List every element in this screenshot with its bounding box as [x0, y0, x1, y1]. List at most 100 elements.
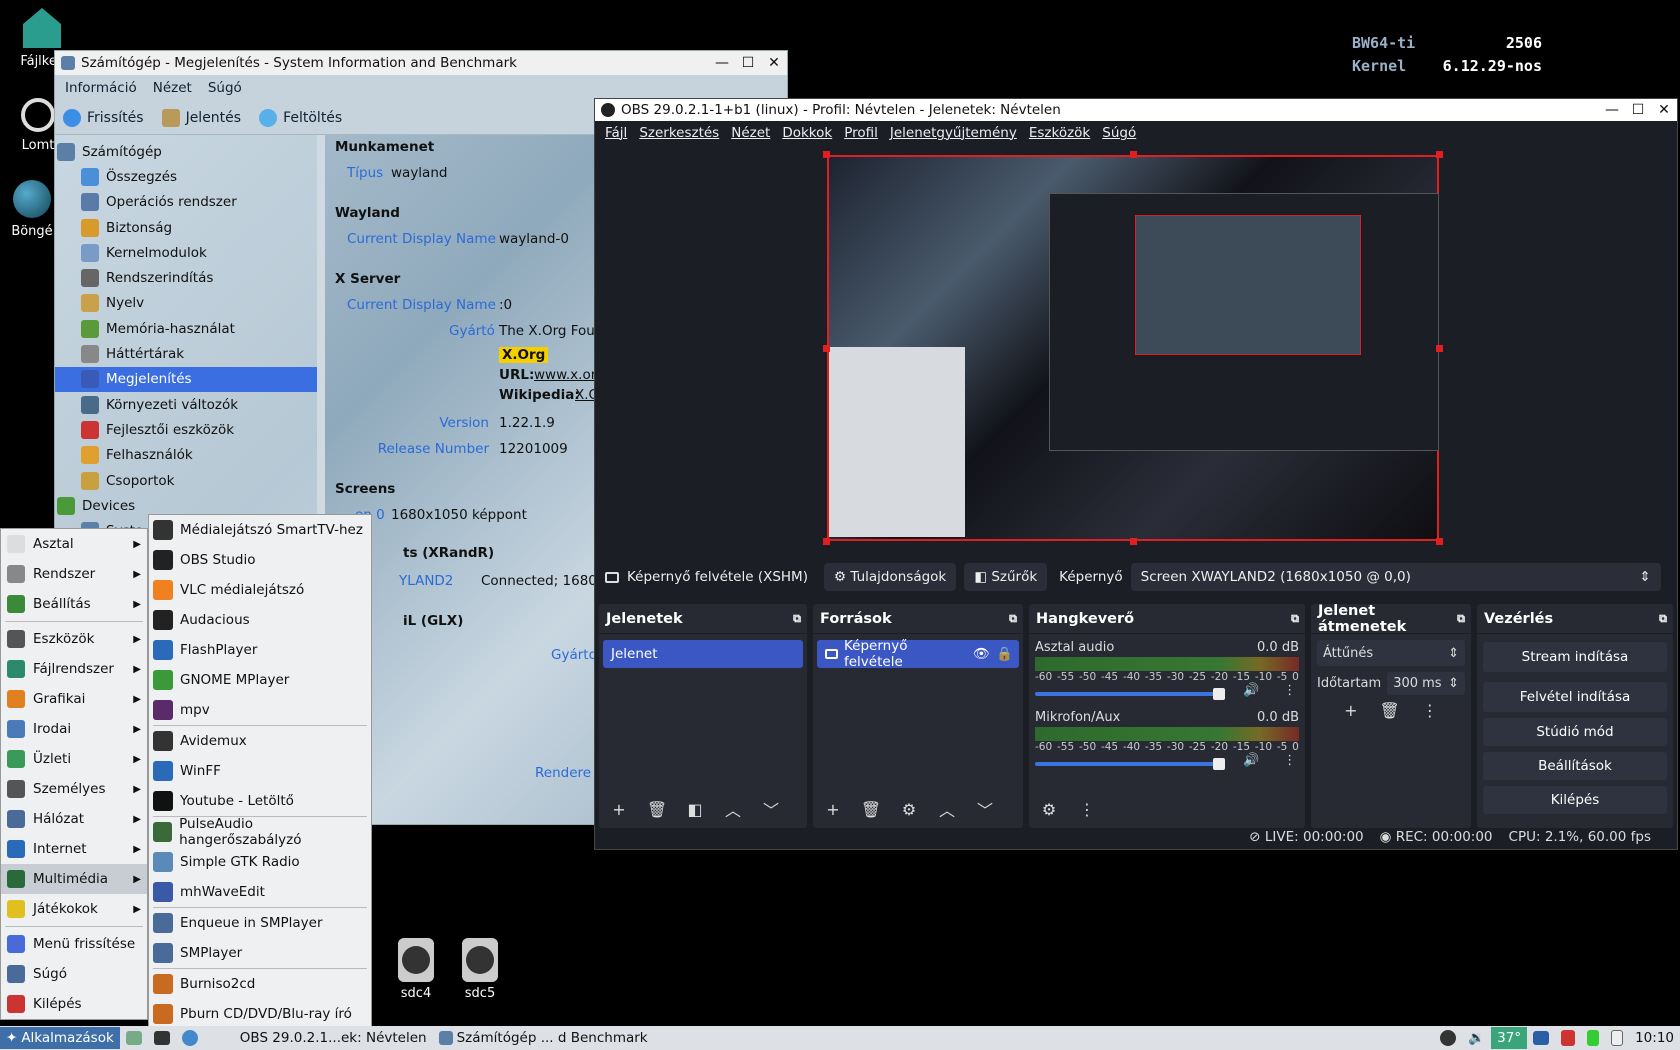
- submenu-item-avidemux[interactable]: Avidemux: [149, 726, 371, 756]
- studio-mode-button[interactable]: Stúdió mód: [1483, 718, 1667, 746]
- menu-dokkok[interactable]: Dokkok: [782, 125, 832, 141]
- tree-item-biztonsag[interactable]: Biztonság: [55, 215, 317, 240]
- submenu-item-vlc-medialejatszo[interactable]: VLC médialejátszó: [149, 575, 371, 605]
- speaker-icon[interactable]: 🔊: [1243, 683, 1259, 698]
- tree-item-nyelv[interactable]: Nyelv: [55, 291, 317, 316]
- down-arrow-icon[interactable]: ﹀: [757, 796, 785, 822]
- menu-item-kilepes[interactable]: Kilépés: [1, 989, 147, 1019]
- tree-item-osszegzes[interactable]: Összegzés: [55, 164, 317, 189]
- undock-icon[interactable]: ⧉: [1457, 612, 1465, 626]
- menu-item-rendszer[interactable]: Rendszer ▶: [1, 559, 147, 589]
- kebab-menu-icon[interactable]: ⋮: [1283, 753, 1296, 768]
- tree-item-megjelenites[interactable]: Megjelenítés: [55, 366, 317, 392]
- trash-icon[interactable]: 🗑: [643, 796, 671, 822]
- tree-item-kernelmodulok[interactable]: Kernelmodulok: [55, 240, 317, 265]
- undock-icon[interactable]: ⧉: [1659, 612, 1667, 626]
- menu-item-multimedia[interactable]: Multimédia ▶: [1, 864, 147, 894]
- trash-icon[interactable]: 🗑: [1380, 701, 1400, 720]
- tray-updates[interactable]: [1434, 1027, 1462, 1049]
- menu-informacio[interactable]: Információ: [65, 80, 137, 96]
- minimize-button[interactable]: —: [1599, 102, 1625, 118]
- tray-storage[interactable]: [1581, 1027, 1605, 1049]
- submenu-item-burniso2cd[interactable]: Burniso2cd: [149, 969, 371, 999]
- undock-icon[interactable]: ⧉: [1009, 612, 1017, 626]
- clock[interactable]: 10:10: [1629, 1027, 1680, 1049]
- filters-button[interactable]: ◧ Szűrők: [964, 563, 1048, 591]
- maximize-button[interactable]: ☐: [1625, 102, 1651, 118]
- menu-jelenetgyujtemeny[interactable]: Jelenetgyűjtemény: [890, 125, 1017, 141]
- tray-temperature[interactable]: 37°: [1491, 1027, 1528, 1049]
- quicklaunch-files[interactable]: [120, 1027, 148, 1049]
- menu-item-beallitas[interactable]: Beállítás ▶: [1, 589, 147, 619]
- tray-firewall[interactable]: [1555, 1027, 1581, 1049]
- settings-button[interactable]: Beállítások: [1483, 752, 1667, 780]
- resize-handle[interactable]: [823, 151, 830, 158]
- resize-handle[interactable]: [823, 345, 830, 352]
- up-arrow-icon[interactable]: ︿: [719, 796, 747, 822]
- undock-icon[interactable]: ⧉: [1291, 612, 1299, 626]
- menu-fajl[interactable]: Fájl: [605, 125, 627, 141]
- add-icon[interactable]: +: [1344, 701, 1357, 720]
- tree-item-kornyezeti-valtozok[interactable]: Környezeti változók: [55, 392, 317, 417]
- gear-icon[interactable]: ⚙: [895, 796, 923, 822]
- submenu-item-audacious[interactable]: Audacious: [149, 605, 371, 635]
- up-arrow-icon[interactable]: ︿: [933, 796, 961, 822]
- tree-item-felhasznalok[interactable]: Felhasználók: [55, 443, 317, 468]
- submenu-item-simple-gtk-radio[interactable]: Simple GTK Radio: [149, 847, 371, 877]
- submenu-item-obs-studio[interactable]: OBS Studio: [149, 545, 371, 575]
- menu-item-szemelyes[interactable]: Személyes ▶: [1, 774, 147, 804]
- submenu-item-pburn-cd-dvd-blu-ray-iro[interactable]: Pburn CD/DVD/Blu-ray író: [149, 999, 371, 1029]
- tree-item-szamitogep[interactable]: Számítógép: [55, 139, 317, 164]
- submenu-item-medialejatszo-smarttv-hez[interactable]: Médialejátszó SmartTV-hez: [149, 515, 371, 545]
- start-menu-button[interactable]: ✦ Alkalmazások: [0, 1027, 120, 1049]
- submenu-item-gnome-mplayer[interactable]: GNOME MPlayer: [149, 665, 371, 695]
- menu-sugo[interactable]: Súgó: [1102, 125, 1136, 141]
- tray-network[interactable]: [1527, 1027, 1555, 1049]
- quicklaunch-browser[interactable]: [176, 1027, 204, 1049]
- menu-item-fajlrendszer[interactable]: Fájlrendszer ▶: [1, 654, 147, 684]
- submenu-item-flashplayer[interactable]: FlashPlayer: [149, 635, 371, 665]
- task-hardinfo[interactable]: Számítógép ... d Benchmark: [433, 1027, 654, 1049]
- add-icon[interactable]: +: [819, 796, 847, 822]
- properties-button[interactable]: ⚙ Tulajdonságok: [823, 563, 957, 591]
- submenu-item-winff[interactable]: WinFF: [149, 756, 371, 786]
- transition-select[interactable]: Áttűnés ⇕: [1317, 640, 1465, 666]
- menu-item-irodai[interactable]: Irodai ▶: [1, 714, 147, 744]
- menu-sugo[interactable]: Súgó: [208, 80, 242, 96]
- tree-item-csoportok[interactable]: Csoportok: [55, 468, 317, 493]
- submenu-item-pulseaudio-hangeroszabalyzo[interactable]: PulseAudio hangerőszabályzó: [149, 816, 371, 848]
- quicklaunch-terminal[interactable]: [148, 1027, 176, 1049]
- menu-item-menu-frissitese[interactable]: Menü frissítése: [1, 929, 147, 959]
- menu-item-uzleti[interactable]: Üzleti ▶: [1, 744, 147, 774]
- submenu-item-mpv[interactable]: mpv: [149, 695, 371, 725]
- lock-icon[interactable]: 🔒: [996, 646, 1013, 662]
- tree-item-rendszerinditas[interactable]: Rendszerindítás: [55, 265, 317, 290]
- gear-icon[interactable]: ⚙: [1035, 796, 1063, 822]
- close-button[interactable]: ✕: [761, 55, 787, 71]
- preview-canvas[interactable]: [827, 155, 1439, 541]
- undock-icon[interactable]: ⧉: [793, 612, 801, 626]
- minimize-button[interactable]: —: [709, 55, 735, 71]
- filter-icon[interactable]: ◧: [681, 796, 709, 822]
- resize-handle[interactable]: [1436, 538, 1443, 545]
- resize-handle[interactable]: [1436, 345, 1443, 352]
- resize-handle[interactable]: [823, 538, 830, 545]
- resize-handle[interactable]: [1130, 538, 1137, 545]
- menu-item-internet[interactable]: Internet ▶: [1, 834, 147, 864]
- down-arrow-icon[interactable]: ﹀: [971, 796, 999, 822]
- tree-item-operacios-rendszer[interactable]: Operációs rendszer: [55, 190, 317, 215]
- task-obs[interactable]: OBS 29.0.2.1...ek: Névtelen: [234, 1027, 433, 1049]
- eye-icon[interactable]: 👁: [973, 646, 990, 662]
- kebab-menu-icon[interactable]: ⋮: [1073, 796, 1101, 822]
- refresh-button[interactable]: Frissítés: [63, 108, 144, 127]
- volume-slider[interactable]: [1035, 757, 1225, 770]
- menu-item-halozat[interactable]: Hálózat ▶: [1, 804, 147, 834]
- duration-input[interactable]: 300 ms ⇕: [1387, 672, 1465, 695]
- menu-nezet[interactable]: Nézet: [153, 80, 192, 96]
- tree-item-hattertarak[interactable]: Háttértárak: [55, 341, 317, 366]
- submenu-item-mhwaveedit[interactable]: mhWaveEdit: [149, 877, 371, 907]
- menu-item-grafikai[interactable]: Grafikai ▶: [1, 684, 147, 714]
- resize-handle[interactable]: [1130, 151, 1137, 158]
- speaker-icon[interactable]: 🔊: [1243, 753, 1259, 768]
- menu-eszkozok[interactable]: Eszközök: [1029, 125, 1090, 141]
